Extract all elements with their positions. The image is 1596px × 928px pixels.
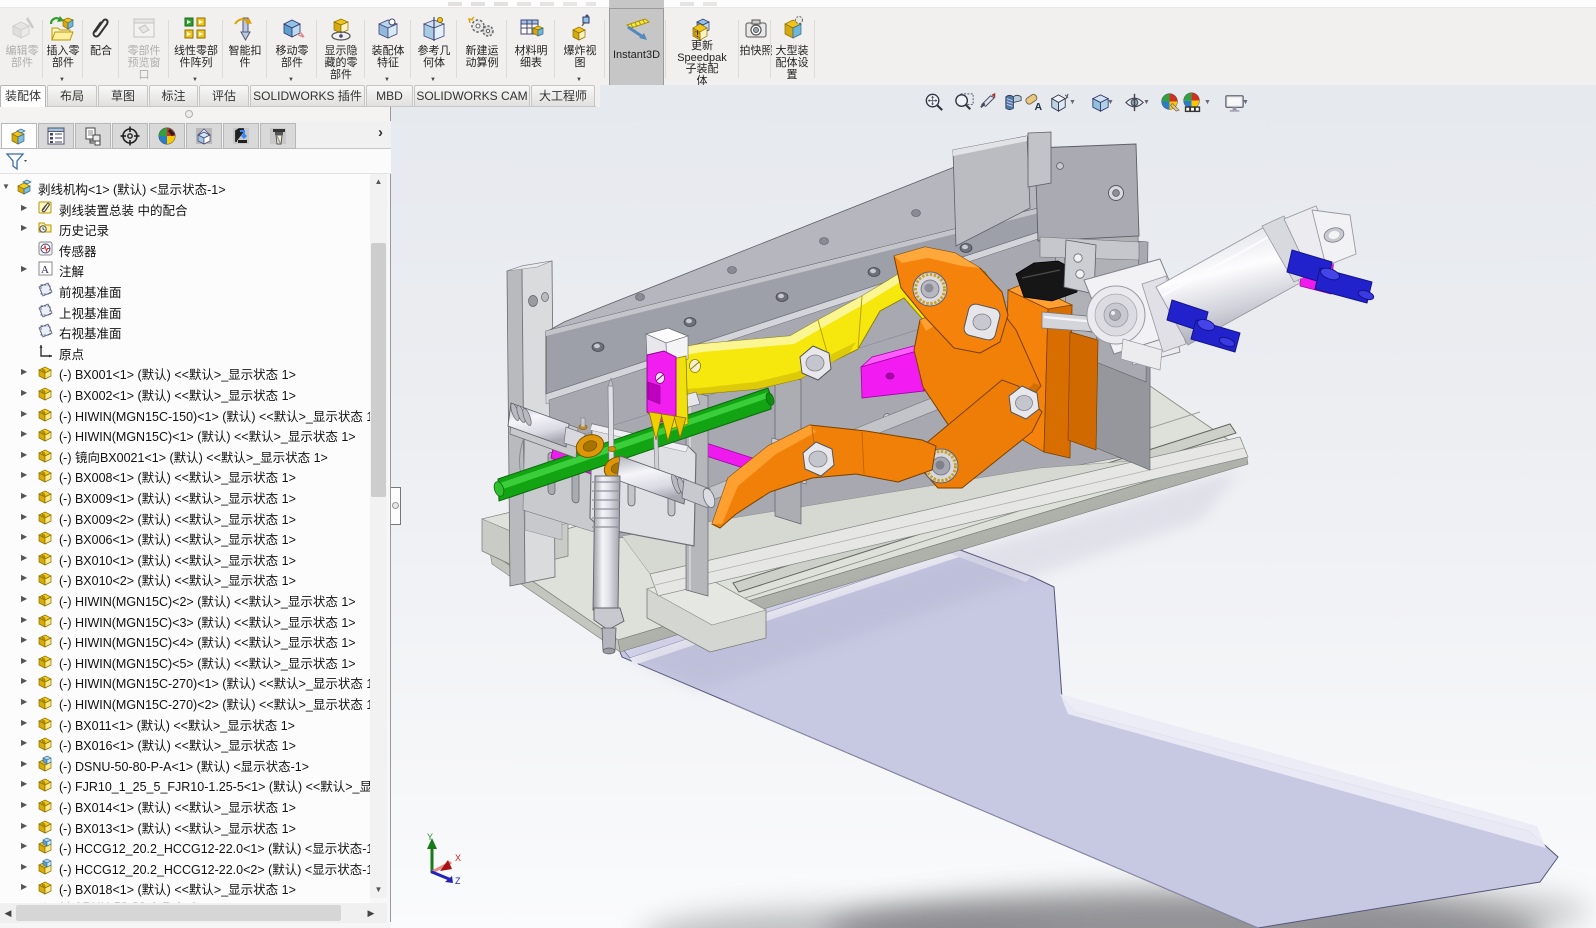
svg-text:!: ! <box>696 29 699 39</box>
svg-text:Z: Z <box>455 876 461 886</box>
svg-text:X: X <box>455 853 461 863</box>
svg-text:A: A <box>41 264 49 276</box>
svg-text:Y: Y <box>427 832 433 842</box>
